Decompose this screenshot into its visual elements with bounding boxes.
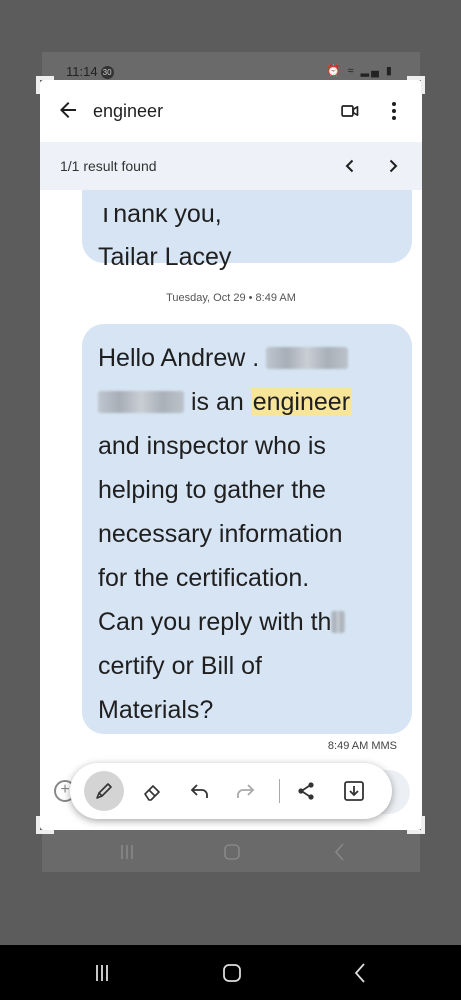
date-separator: Tuesday, Oct 29 • 8:49 AM (166, 292, 296, 304)
status-icons: ⏰ ≈ ▂▄ ▮ (326, 65, 394, 77)
chevron-right-icon[interactable] (383, 156, 403, 176)
redo-icon[interactable] (225, 771, 265, 811)
previous-message-line: Tailar Lacey (98, 243, 232, 271)
chevron-left-icon[interactable] (340, 156, 360, 176)
crop-area[interactable]: engineer 1/1 result found Thank you, Tai… (40, 80, 422, 830)
undo-icon[interactable] (180, 771, 220, 811)
result-count: 1/1 result found (60, 158, 157, 174)
redacted-name (266, 347, 349, 369)
crop-handle-top-right[interactable] (407, 76, 425, 94)
message-timestamp: 8:49 AM MMS (327, 740, 397, 752)
save-icon[interactable] (334, 771, 374, 811)
message-line: Materials? (98, 696, 214, 724)
crop-handle-top-left[interactable] (36, 76, 54, 94)
message-line: helping to gather the (98, 476, 326, 504)
redacted-name (98, 391, 184, 413)
search-query[interactable]: engineer (93, 101, 163, 122)
conversation-area[interactable]: Thank you, Tailar Lacey Tuesday, Oct 29 … (40, 190, 422, 830)
home-icon[interactable] (219, 960, 245, 986)
search-result-bar: 1/1 result found (40, 142, 422, 190)
search-highlight: engineer (250, 388, 353, 416)
message-bubble[interactable]: Hello Andrew . is an engineer and inspec… (82, 324, 412, 734)
message-line: Can you reply with th (98, 608, 332, 636)
app-bar: engineer (40, 80, 422, 142)
video-call-icon[interactable] (340, 101, 360, 121)
back-icon[interactable] (348, 960, 374, 986)
status-time: 11:14 30 (66, 64, 114, 79)
recent-apps-icon (121, 845, 133, 859)
previous-message-bubble[interactable]: Thank you, Tailar Lacey (82, 190, 412, 271)
edit-toolbar (70, 763, 392, 819)
message-greeting: Hello Andrew . (98, 344, 260, 372)
recent-apps-icon[interactable] (89, 960, 115, 986)
message-line: for the certification. (98, 564, 310, 592)
message-fragment: is an (190, 388, 244, 416)
navigation-bar (0, 945, 461, 1000)
message-text: Hello Andrew . is an engineer and inspec… (98, 336, 403, 732)
back-arrow-icon[interactable] (56, 98, 80, 122)
background-navigation-bar (42, 832, 420, 872)
notification-badge: 30 (100, 66, 114, 79)
more-vert-icon[interactable] (384, 100, 404, 122)
back-icon (334, 843, 344, 861)
home-icon (224, 844, 240, 860)
message-line: and inspector who is (98, 432, 326, 460)
share-icon[interactable] (286, 771, 326, 811)
redacted-fragment (331, 611, 346, 633)
pen-icon[interactable] (84, 771, 124, 811)
previous-message-line: Thank you, (98, 200, 222, 228)
message-line: certify or Bill of (98, 652, 262, 680)
toolbar-divider (279, 779, 280, 803)
eraser-icon[interactable] (132, 771, 172, 811)
message-line: necessary information (98, 520, 343, 548)
